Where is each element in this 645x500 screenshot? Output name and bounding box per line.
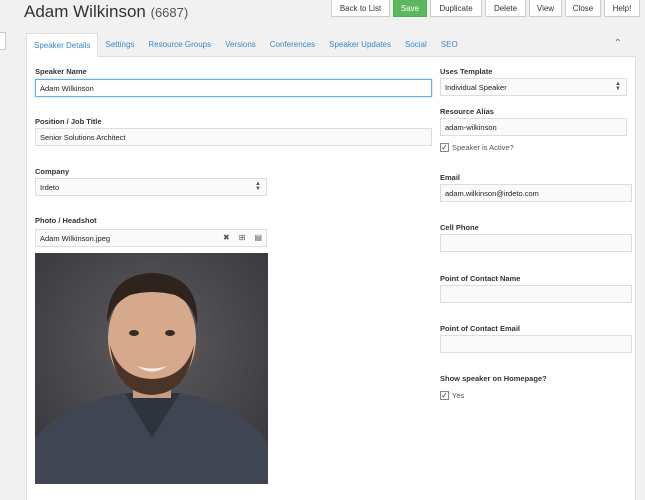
speaker-active-label: Speaker is Active? [452, 143, 514, 152]
homepage-yes-label: Yes [452, 391, 465, 400]
cell-phone-label: Cell Phone [440, 223, 479, 232]
contact-email-label: Point of Contact Email [440, 324, 521, 333]
tab-settings[interactable]: Settings [98, 33, 141, 56]
page-title: Adam Wilkinson (6687) [24, 2, 188, 22]
delete-button[interactable]: Delete [485, 0, 526, 17]
back-to-list-button[interactable]: Back to List [331, 0, 390, 17]
alias-label: Resource Alias [440, 107, 494, 116]
checkmark-icon: ✓ [440, 142, 449, 152]
company-label: Company [35, 167, 70, 176]
help-button[interactable]: Help! [604, 0, 640, 17]
close-button[interactable]: Close [565, 0, 601, 17]
action-toolbar: Back to List Save Duplicate Delete View … [331, 0, 643, 17]
job-title-label: Position / Job Title [35, 117, 102, 126]
photo-label: Photo / Headshot [35, 216, 97, 225]
homepage-label: Show speaker on Homepage? [440, 374, 547, 383]
tab-seo[interactable]: SEO [434, 33, 465, 56]
speaker-details-panel: Speaker Name Adam Wilkinson Position / J… [26, 57, 636, 500]
select-arrows-icon: ▲ ▼ [615, 81, 621, 92]
select-arrows-icon: ▲ ▼ [255, 181, 261, 192]
tab-speaker-updates[interactable]: Speaker Updates [322, 33, 398, 56]
view-button[interactable]: View [529, 0, 562, 17]
tab-resource-groups[interactable]: Resource Groups [141, 33, 218, 56]
template-label: Uses Template [440, 67, 493, 76]
speaker-headshot [35, 253, 268, 484]
company-value: Irdeto [40, 182, 60, 192]
image-browse-icon[interactable]: ▤ [254, 233, 262, 242]
email-input[interactable]: adam.wilkinson@irdeto.com [440, 184, 632, 202]
job-title-input[interactable]: Senior Solutions Architect [35, 128, 432, 146]
save-button[interactable]: Save [393, 0, 427, 17]
crop-icon[interactable]: ⊞ [239, 233, 246, 242]
contact-name-label: Point of Contact Name [440, 274, 521, 283]
clear-icon[interactable]: ✖ [223, 233, 230, 242]
speaker-id: (6687) [150, 5, 189, 20]
speaker-active-checkbox[interactable]: ✓ Speaker is Active? [440, 143, 514, 152]
collapse-chevron-icon[interactable]: ⌃ [614, 38, 622, 49]
company-select[interactable]: Irdeto ▲ ▼ [35, 178, 267, 196]
template-select[interactable]: Individual Speaker ▲ ▼ [440, 78, 627, 96]
sidebar-toggle[interactable] [0, 32, 6, 50]
tab-speaker-details[interactable]: Speaker Details [26, 33, 99, 57]
contact-name-input[interactable] [440, 285, 632, 303]
alias-input[interactable]: adam-wilkinson [440, 118, 627, 136]
speaker-name-label: Speaker Name [35, 67, 87, 76]
tab-versions[interactable]: Versions [218, 33, 263, 56]
checkmark-icon: ✓ [440, 390, 449, 400]
email-label: Email [440, 173, 461, 182]
photo-input[interactable]: Adam Wilkinson.jpeg ✖ ⊞ ▤ [35, 229, 267, 247]
tab-conferences[interactable]: Conferences [263, 33, 322, 56]
photo-filename: Adam Wilkinson.jpeg [40, 233, 111, 243]
homepage-yes-checkbox[interactable]: ✓ Yes [440, 391, 464, 400]
cell-phone-input[interactable] [440, 234, 632, 252]
tab-bar: Speaker Details Settings Resource Groups… [26, 33, 636, 57]
contact-email-input[interactable] [440, 335, 632, 353]
duplicate-button[interactable]: Duplicate [430, 0, 482, 17]
speaker-name-input[interactable]: Adam Wilkinson [35, 79, 432, 97]
template-value: Individual Speaker [445, 82, 507, 92]
speaker-name-title: Adam Wilkinson [24, 2, 146, 21]
tab-social[interactable]: Social [398, 33, 434, 56]
